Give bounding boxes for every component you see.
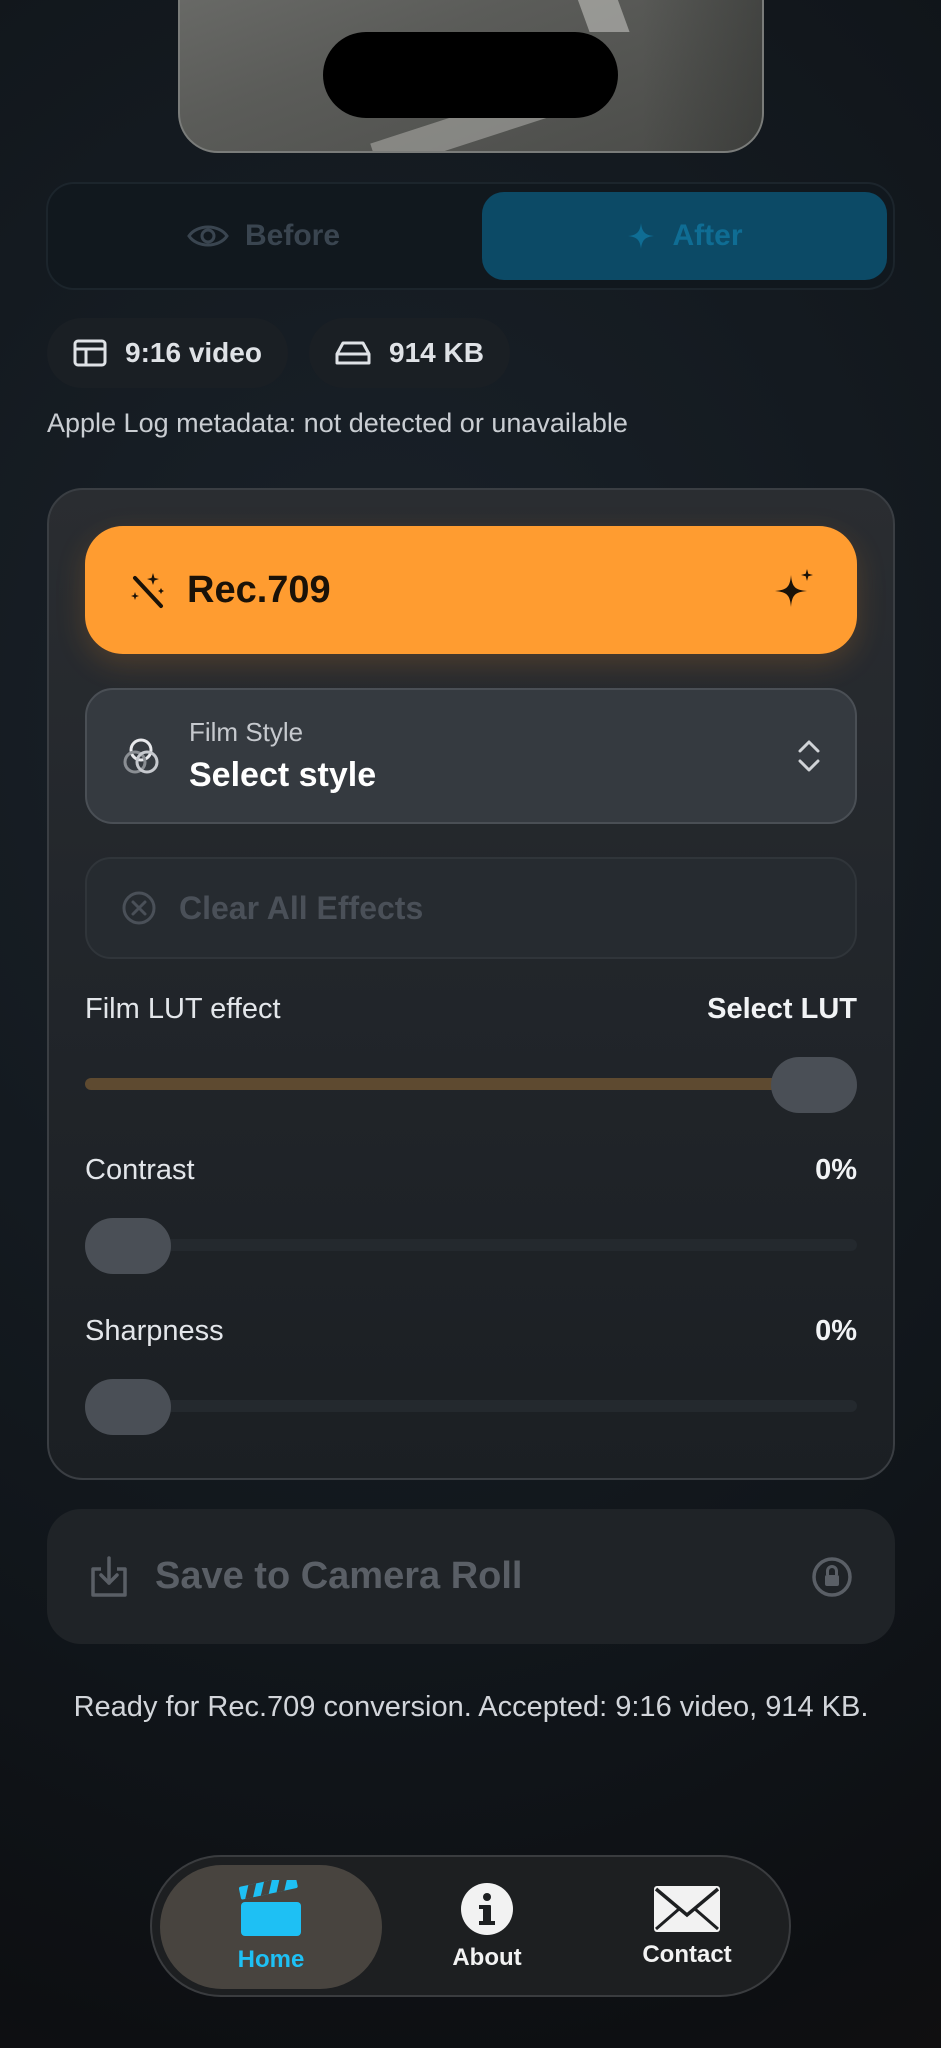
- clear-all-effects-label: Clear All Effects: [179, 889, 424, 926]
- clapperboard-icon: [239, 1880, 301, 1936]
- film-style-caption: Film Style: [189, 717, 304, 747]
- save-label: Save to Camera Roll: [155, 1555, 523, 1597]
- tab-about[interactable]: About: [402, 1865, 572, 1989]
- contrast-thumb[interactable]: [85, 1218, 171, 1274]
- sharpness-thumb[interactable]: [85, 1379, 171, 1435]
- tab-home[interactable]: Home: [160, 1865, 382, 1989]
- before-label: Before: [244, 219, 341, 252]
- overlap-circles-icon: [123, 738, 159, 774]
- select-lut-link[interactable]: Select LUT: [600, 993, 857, 1026]
- tab-contact[interactable]: Contact: [592, 1865, 782, 1989]
- download-icon: [91, 1555, 127, 1597]
- lock-icon: [812, 1556, 852, 1597]
- sparkles-icon: [775, 569, 813, 607]
- film-lut-label: Film LUT effect: [85, 993, 281, 1025]
- tab-contact-label: Contact: [642, 1941, 732, 1968]
- drive-icon: [335, 341, 371, 365]
- film-lut-thumb[interactable]: [771, 1057, 857, 1113]
- before-after-toggle: Before After: [46, 182, 895, 290]
- metadata-status: Apple Log metadata: not detected or unav…: [47, 408, 628, 438]
- format-chip: 9:16 video: [47, 318, 288, 388]
- contrast-value: 0%: [815, 1154, 857, 1186]
- status-message: Ready for Rec.709 conversion. Accepted: …: [73, 1691, 869, 1723]
- format-chip-label: 9:16 video: [125, 337, 262, 368]
- after-label: After: [672, 219, 743, 252]
- chevron-updown-icon: [798, 740, 820, 772]
- after-button[interactable]: After: [482, 192, 887, 280]
- sharpness-value: 0%: [815, 1315, 857, 1347]
- before-button[interactable]: Before: [56, 192, 471, 280]
- clear-all-effects-button[interactable]: Clear All Effects: [85, 857, 857, 959]
- size-chip: 914 KB: [309, 318, 510, 388]
- info-icon: [461, 1883, 513, 1935]
- tab-about-label: About: [452, 1944, 522, 1971]
- film-style-value: Select style: [189, 756, 377, 794]
- rec709-label: Rec.709: [187, 568, 331, 611]
- save-to-camera-roll-button[interactable]: Save to Camera Roll: [47, 1509, 895, 1644]
- magic-wand-icon: [131, 573, 164, 608]
- size-chip-label: 914 KB: [389, 337, 484, 368]
- eye-icon: [187, 225, 229, 247]
- tab-home-label: Home: [237, 1946, 305, 1973]
- film-lut-track[interactable]: [85, 1078, 815, 1090]
- contrast-label: Contrast: [85, 1154, 195, 1186]
- aspect-ratio-icon: [73, 339, 107, 367]
- dynamic-island: [323, 32, 618, 118]
- tab-bar: Home About Contact: [150, 1855, 791, 1997]
- envelope-icon: [654, 1886, 720, 1932]
- film-style-picker[interactable]: Film Style Select style: [85, 688, 857, 824]
- rec709-button[interactable]: Rec.709: [85, 526, 857, 654]
- contrast-track[interactable]: [85, 1239, 857, 1251]
- sharpness-track[interactable]: [85, 1400, 857, 1412]
- clear-circle-icon: [122, 891, 156, 925]
- sharpness-label: Sharpness: [85, 1315, 224, 1347]
- sparkle-icon: [628, 223, 655, 249]
